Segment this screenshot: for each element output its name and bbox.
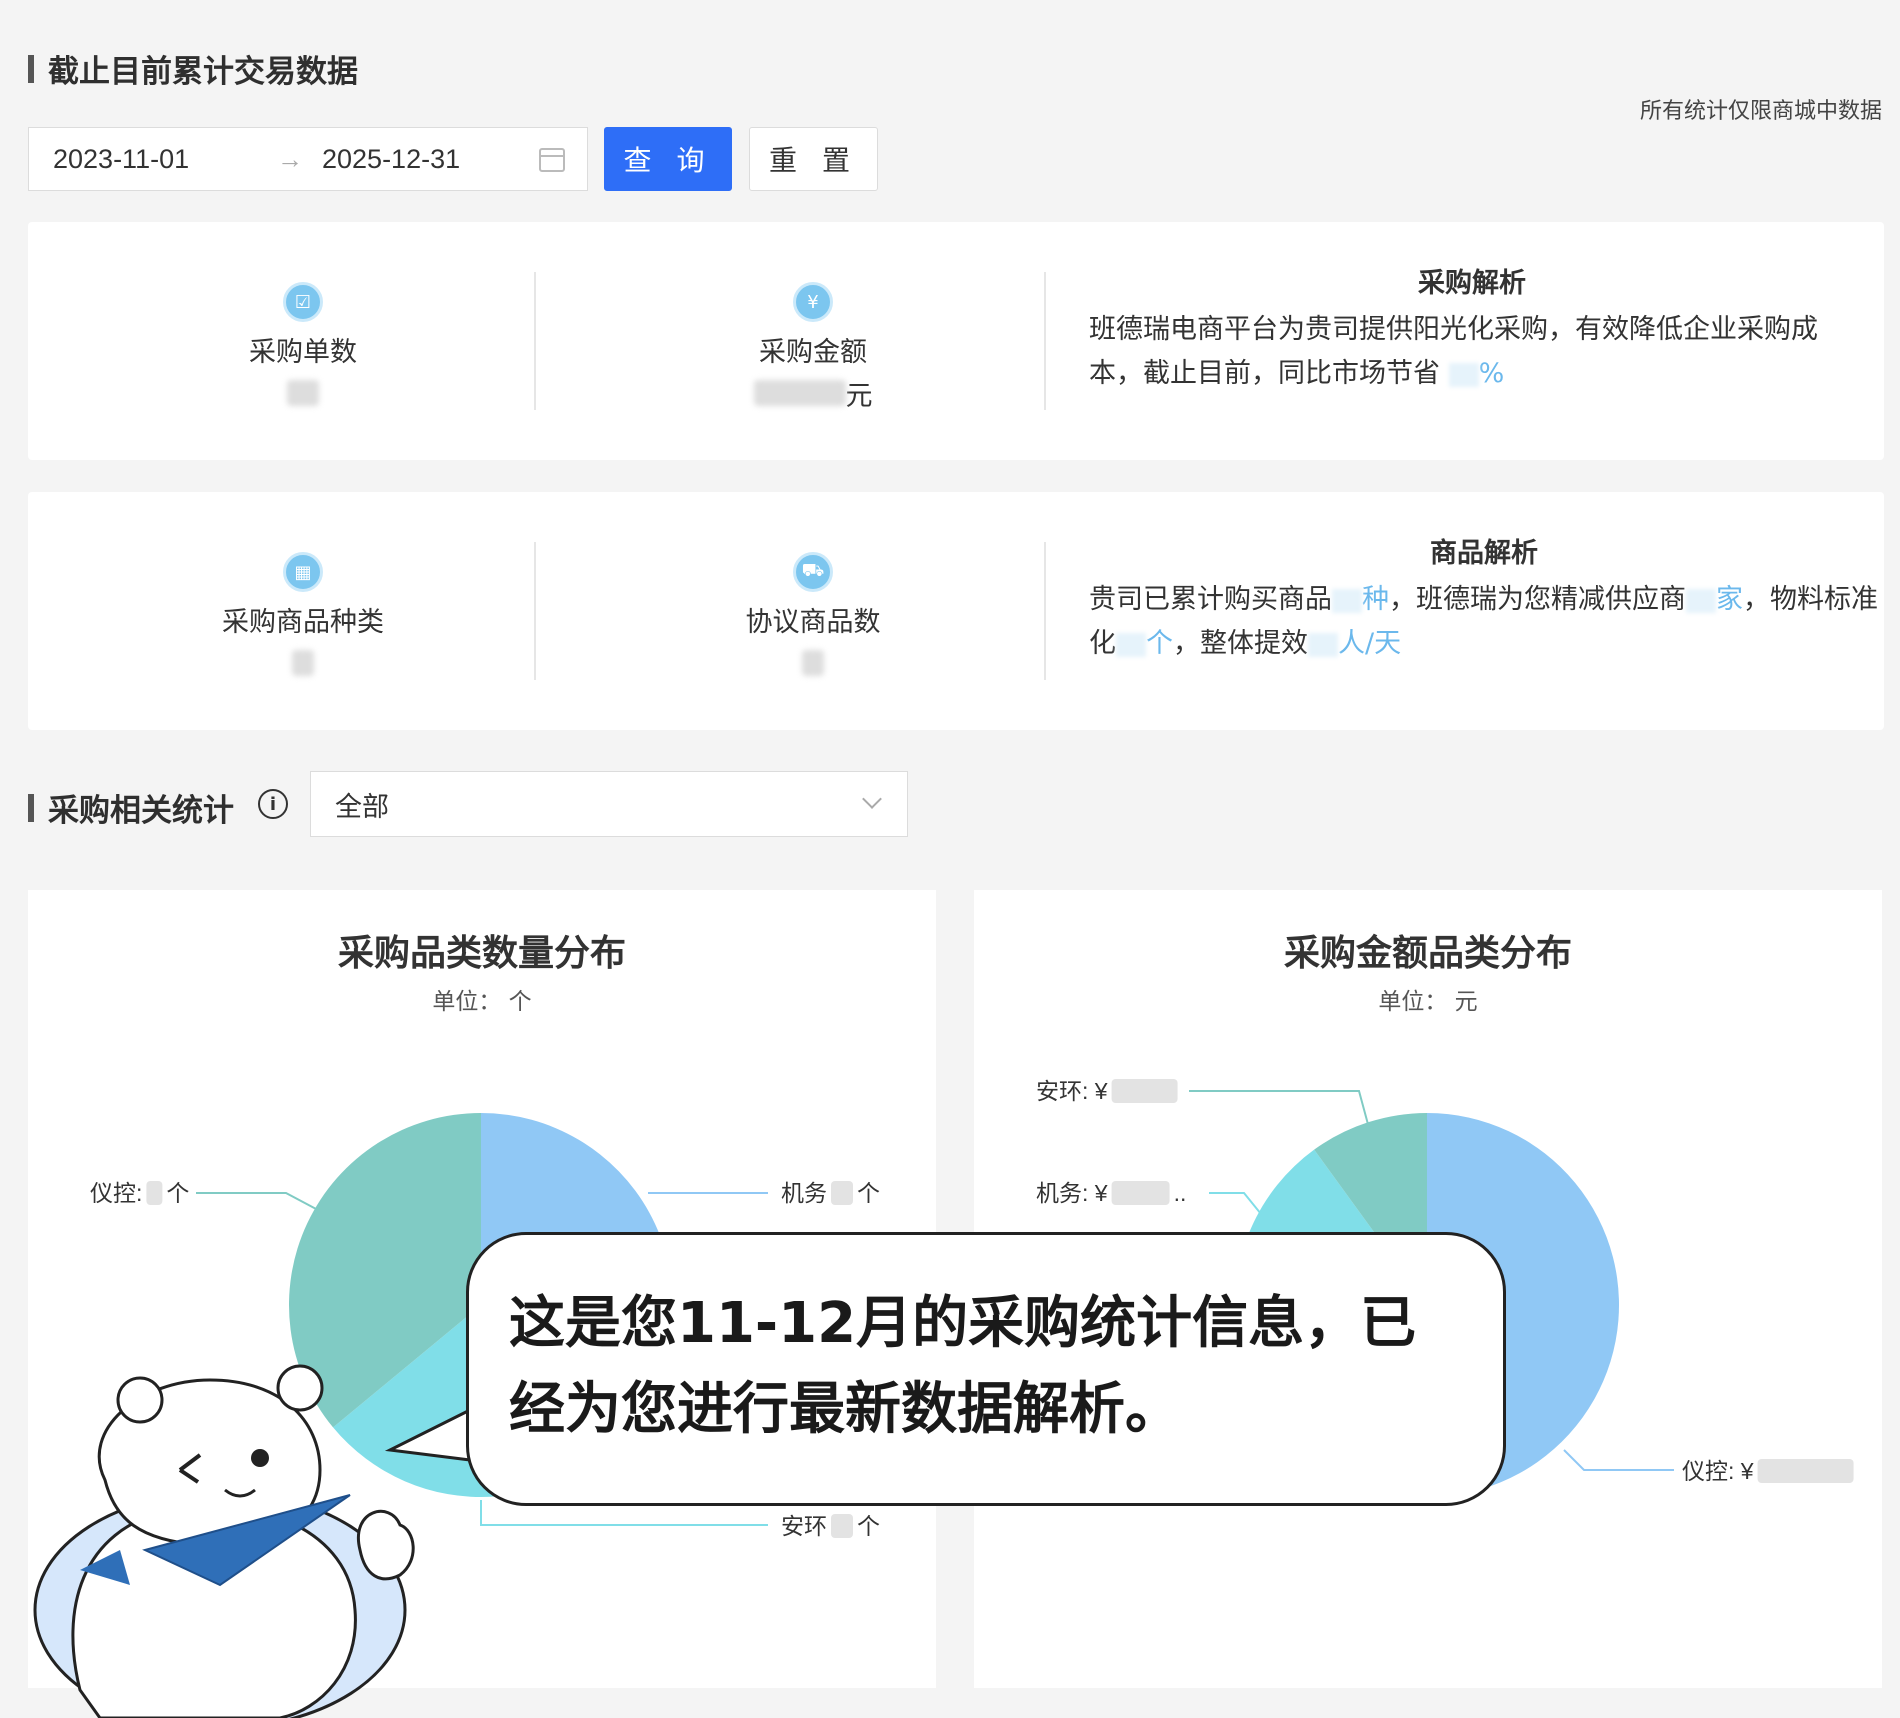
masked-value xyxy=(146,1181,163,1205)
purchase-summary-card: ☑ 采购单数 ¥ 采购金额 元 采购解析 班德瑞电商平台为贵司提供阳光化采购，有… xyxy=(28,222,1884,460)
divider xyxy=(1044,272,1046,410)
slice-label-安环: 安环 xyxy=(781,1513,827,1539)
agreement-count-label: 协议商品数 xyxy=(745,607,881,638)
speech-bubble-text: 这是您11-12月的采购统计信息，已经为您进行最新数据解析。 xyxy=(509,1291,1417,1442)
amount-value: 元 xyxy=(673,375,953,412)
agreement-count-stat: ⛟ 协议商品数 xyxy=(673,552,953,681)
speech-bubble: 这是您11-12月的采购统计信息，已经为您进行最新数据解析。 xyxy=(466,1232,1506,1506)
mascot-eye xyxy=(251,1449,269,1467)
masked-value xyxy=(1757,1459,1854,1483)
goods-analysis: 商品解析 贵司已累计购买商品 种，班德瑞为您精减供应商 家，物料标准化 个，整体提效人… xyxy=(1089,534,1879,666)
date-range-picker[interactable]: 2023-11-01 → 2025-12-31 xyxy=(28,127,588,191)
masked-value xyxy=(1111,1181,1170,1205)
slice-label-仪控: 仪控: ¥ xyxy=(1682,1458,1754,1484)
slice-label-安环: 安环: ¥ xyxy=(1036,1078,1108,1104)
title-bar xyxy=(28,54,34,83)
masked-value xyxy=(831,1514,853,1538)
order-count-value xyxy=(163,375,443,411)
purchase-analysis-text: 班德瑞电商平台为贵司提供阳光化采购，有效降低企业采购成本，截止目前，同比市场节省… xyxy=(1089,314,1818,389)
calendar-icon[interactable] xyxy=(539,148,565,172)
slice-suffix-机务: 个 xyxy=(857,1180,880,1206)
slice-suffix-安环: 个 xyxy=(857,1513,880,1539)
title-bar xyxy=(28,793,34,822)
category-select-value: 全部 xyxy=(335,791,389,823)
end-date-input[interactable]: 2025-12-31 xyxy=(322,144,460,175)
leader-line-仪控 xyxy=(196,1192,319,1211)
slice-suffix-仪控: 个 xyxy=(166,1180,189,1206)
cart-icon: ⛟ xyxy=(793,552,833,592)
start-date-input[interactable]: 2023-11-01 xyxy=(53,144,189,175)
divider xyxy=(534,272,536,410)
leader-line-安环 xyxy=(1189,1090,1370,1129)
masked-value xyxy=(1111,1079,1178,1103)
masked-value xyxy=(831,1181,853,1205)
range-arrow-icon: → xyxy=(277,143,303,174)
page-title: 截止目前累计交易数据 xyxy=(28,46,358,91)
category-count-label: 采购商品种类 xyxy=(222,607,384,638)
order-count-stat: ☑ 采购单数 xyxy=(163,282,443,411)
stats-section-title-text: 采购相关统计 xyxy=(48,793,234,829)
data-scope-note: 所有统计仅限商城中数据 xyxy=(1639,99,1882,124)
purchase-analysis: 采购解析 班德瑞电商平台为贵司提供阳光化采购，有效降低企业采购成本，截止目前，同… xyxy=(1089,264,1855,396)
reset-button[interactable]: 重 置 xyxy=(749,127,878,191)
yuan-icon: ¥ xyxy=(793,282,833,322)
info-icon[interactable]: i xyxy=(258,789,288,819)
purchase-analysis-title: 采购解析 xyxy=(1418,268,1526,299)
slice-label-仪控: 仪控: xyxy=(90,1180,142,1206)
amount-unit: 元 xyxy=(845,380,873,412)
amount-label: 采购金额 xyxy=(759,337,867,368)
category-select[interactable]: 全部 xyxy=(310,771,908,837)
query-button[interactable]: 查 询 xyxy=(604,127,732,191)
chevron-down-icon xyxy=(862,789,882,809)
category-count-value xyxy=(163,645,443,681)
calendar-chart-icon: ▦ xyxy=(283,552,323,592)
slice-suffix-机务: .. xyxy=(1174,1180,1187,1206)
goods-analysis-title: 商品解析 xyxy=(1430,538,1538,569)
page-title-text: 截止目前累计交易数据 xyxy=(48,54,358,90)
stats-section-title: 采购相关统计 xyxy=(28,785,234,830)
order-count-label: 采购单数 xyxy=(249,337,357,368)
mascot-paw xyxy=(356,1509,415,1581)
divider xyxy=(1044,542,1046,680)
category-count-stat: ▦ 采购商品种类 xyxy=(163,552,443,681)
amount-stat: ¥ 采购金额 元 xyxy=(673,282,953,412)
leader-line-仪控 xyxy=(1563,1449,1674,1471)
slice-label-机务: 机务 xyxy=(781,1180,827,1206)
slice-label-机务: 机务: ¥ xyxy=(1036,1180,1108,1206)
goods-summary-card: ▦ 采购商品种类 ⛟ 协议商品数 商品解析 贵司已累计购买商品 种，班德瑞为您精减… xyxy=(28,492,1884,730)
goods-analysis-text: 贵司已累计购买商品 种，班德瑞为您精减供应商 家，物料标准化 个，整体提效 人/天 xyxy=(1089,584,1878,659)
mascot-ear xyxy=(116,1376,164,1424)
divider xyxy=(534,542,536,680)
mascot-ear xyxy=(276,1364,324,1412)
order-icon: ☑ xyxy=(283,282,323,322)
saving-percent-unit: % xyxy=(1478,358,1505,389)
agreement-count-value xyxy=(673,645,953,681)
